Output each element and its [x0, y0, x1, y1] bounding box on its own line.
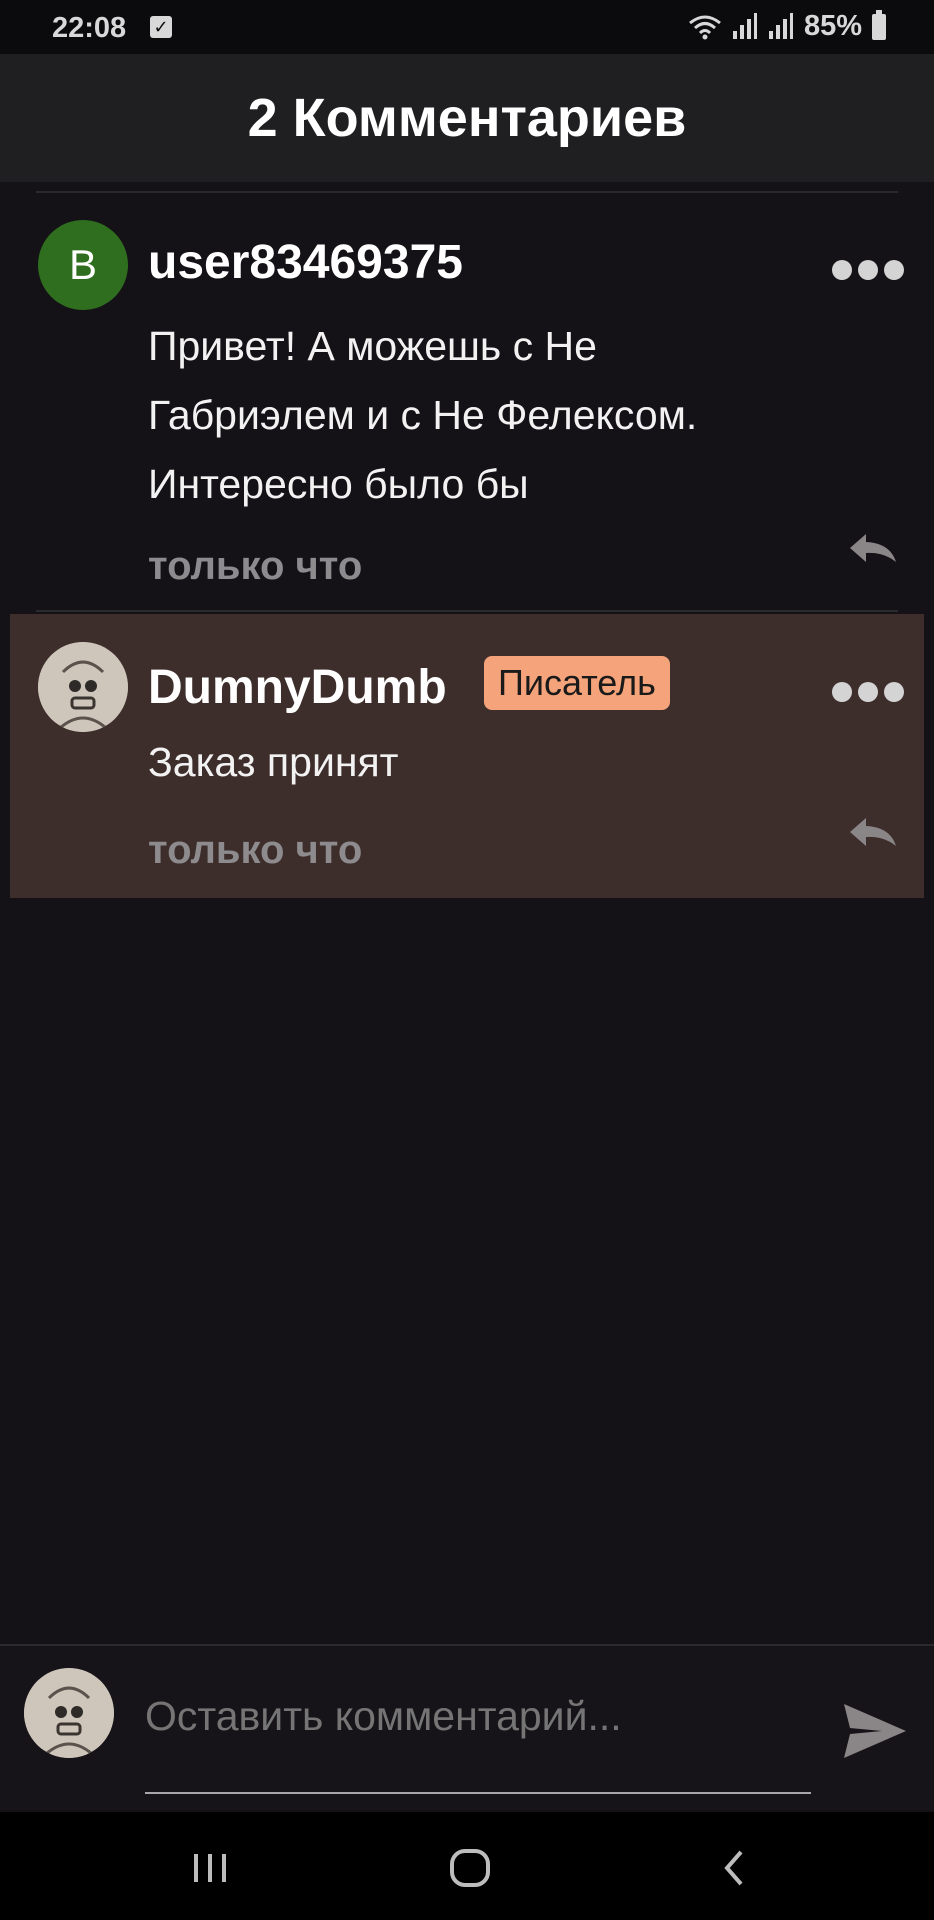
avatar-drawing-icon — [38, 642, 128, 732]
comment-text-line: Габриэлем и с Не Фелексом. — [148, 392, 698, 438]
more-icon[interactable] — [826, 678, 904, 709]
comment-text-line: Привет! А можешь с Не — [148, 323, 597, 369]
send-icon[interactable] — [842, 1700, 908, 1762]
wifi-icon — [689, 15, 721, 39]
checkbox-notification-icon: ✓ — [150, 16, 172, 38]
more-icon[interactable] — [826, 256, 904, 287]
avatar-letter: B — [68, 241, 97, 288]
avatar — [24, 1668, 114, 1758]
comment-text: Заказ принят — [148, 728, 828, 797]
system-nav-bar — [0, 1812, 934, 1920]
battery-icon — [872, 9, 886, 40]
page-title: 2 Комментариев — [247, 88, 687, 148]
reply-icon[interactable] — [844, 528, 900, 568]
status-time: 22:08 — [52, 12, 127, 44]
battery-percent: 85% — [803, 10, 862, 42]
comment-text-line: Интересно было бы — [148, 461, 529, 507]
status-bar: 22:08 ✓ 85% — [0, 0, 934, 54]
comment-input[interactable] — [145, 1692, 811, 1740]
signal-icon — [732, 12, 757, 39]
comment-input-bar — [0, 1644, 934, 1810]
comment-item: DumnyDumb Писатель Заказ принят только ч… — [10, 614, 924, 898]
recent-apps-icon[interactable] — [180, 1840, 240, 1896]
comment-time: только что — [148, 544, 363, 588]
input-underline — [145, 1792, 811, 1794]
divider — [36, 191, 898, 193]
writer-badge: Писатель — [484, 656, 670, 710]
comment-author[interactable]: user83469375 — [148, 235, 463, 290]
back-icon[interactable] — [704, 1840, 764, 1896]
comment-text: Привет! А можешь с Не Габриэлем и с Не Ф… — [148, 312, 828, 519]
avatar-drawing-icon — [24, 1668, 114, 1758]
comment-item: B user83469375 Привет! А можешь с Не Габ… — [10, 200, 924, 612]
comment-author[interactable]: DumnyDumb — [148, 660, 447, 715]
reply-icon[interactable] — [844, 812, 900, 852]
avatar[interactable] — [38, 642, 128, 732]
avatar[interactable]: B — [38, 220, 128, 310]
comments-header: 2 Комментариев — [0, 54, 934, 182]
signal-icon — [768, 12, 793, 39]
home-icon[interactable] — [440, 1840, 500, 1896]
comment-time: только что — [148, 828, 363, 872]
comment-text-line: Заказ принят — [148, 739, 399, 785]
status-right: 85% — [688, 9, 886, 43]
divider — [36, 610, 898, 612]
